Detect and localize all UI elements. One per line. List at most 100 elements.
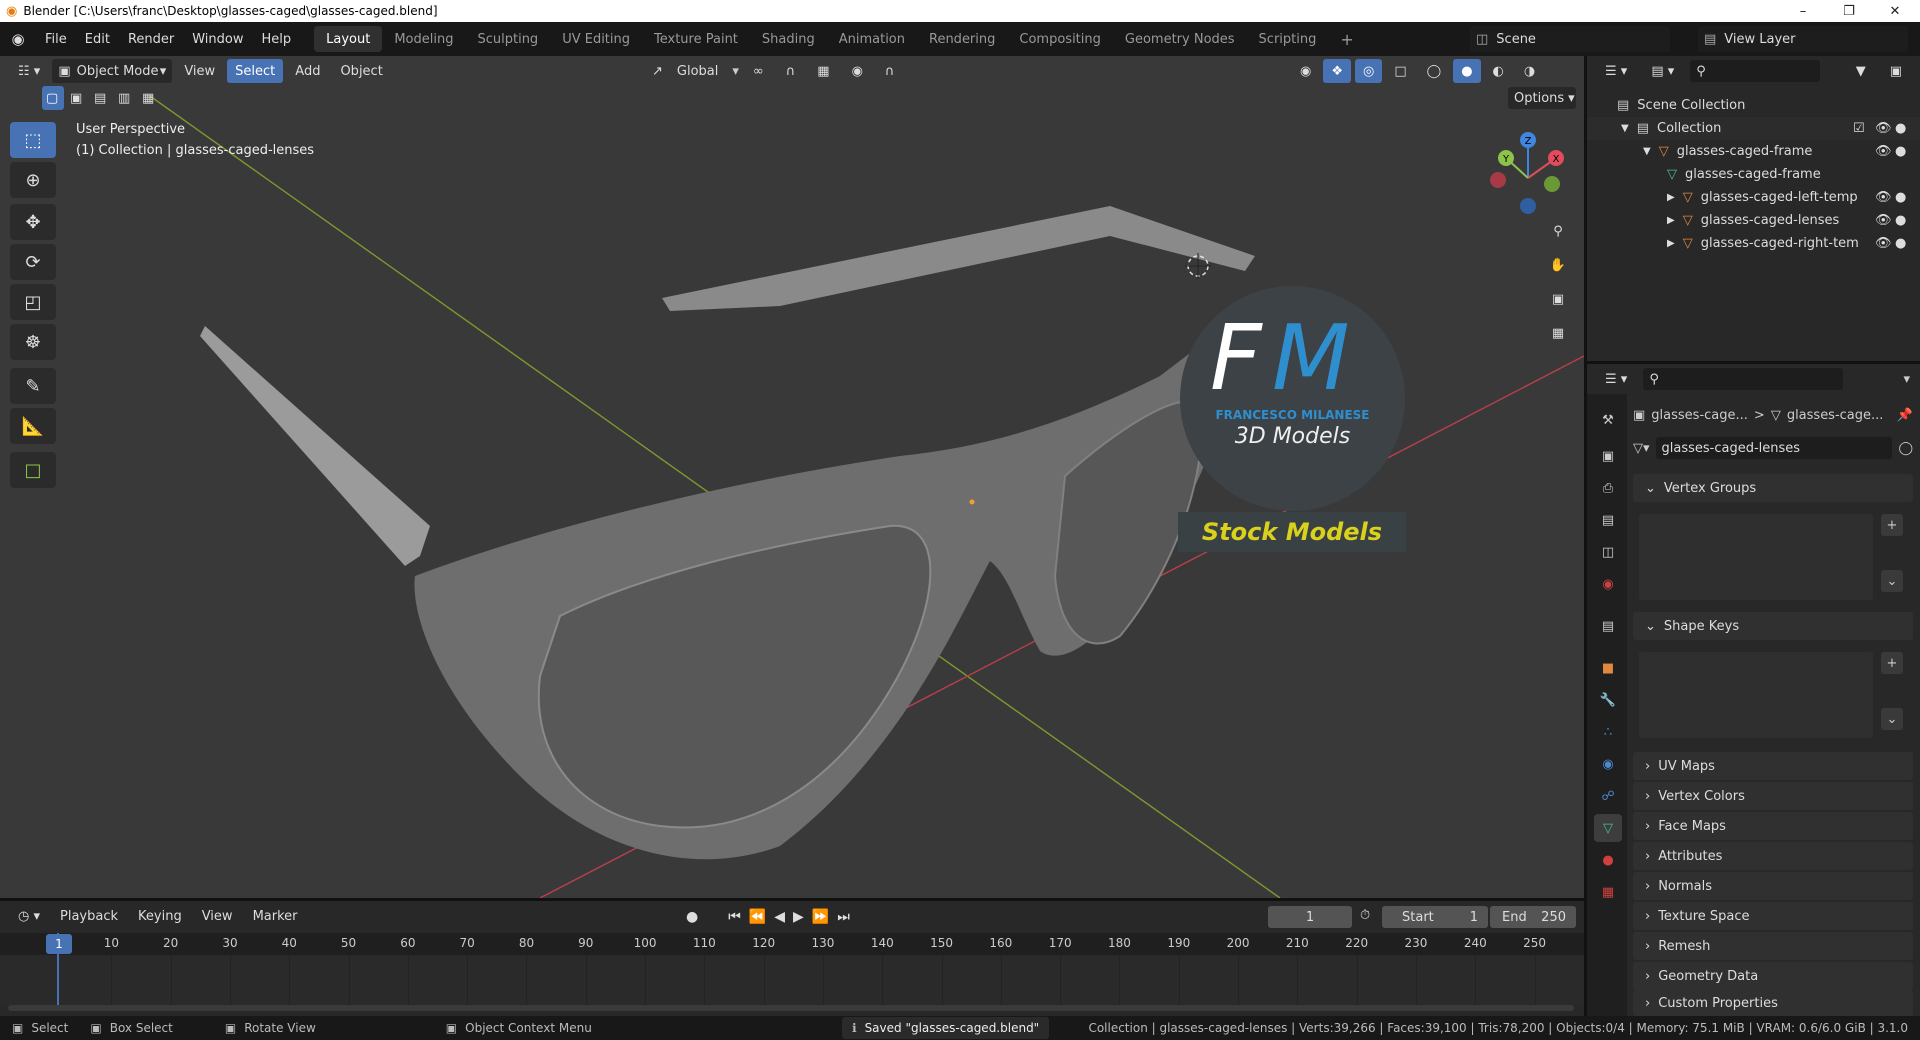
view-layer-tab[interactable]: ▤ <box>1594 506 1622 534</box>
menu-select[interactable]: Select <box>227 59 284 83</box>
panel-header-custom-properties[interactable]: › Custom Properties <box>1633 990 1913 1016</box>
zoom-view-button[interactable]: ⚲ <box>1543 216 1573 246</box>
snap-target-icon[interactable]: ▦ <box>809 59 837 83</box>
vertex-groups-list[interactable] <box>1639 514 1873 600</box>
expand-arrow-icon[interactable]: ▼ <box>1621 123 1629 134</box>
eye-icon[interactable]: 👁 <box>1875 190 1892 205</box>
eye-icon[interactable]: 👁 <box>1875 213 1892 228</box>
select-new-icon[interactable]: ▢ <box>42 86 64 110</box>
record-icon[interactable]: ● <box>686 909 698 925</box>
timeline-editor-type-icon[interactable]: ◷ ▾ <box>10 904 48 928</box>
properties-editor-type-icon[interactable]: ☰ ▾ <box>1597 367 1635 391</box>
view-layer-selector[interactable]: ▤ View Layer <box>1698 26 1908 52</box>
play-reverse-icon[interactable]: ◀ <box>774 909 785 925</box>
panel-header-attributes[interactable]: › Attributes <box>1633 842 1913 870</box>
camera-render-icon[interactable]: ● <box>1895 190 1906 205</box>
tool-tab[interactable]: ⚒ <box>1594 406 1622 434</box>
next-keyframe-icon[interactable]: ⏩ <box>812 909 829 925</box>
camera-render-icon[interactable]: ● <box>1895 213 1906 228</box>
outliner-row-object[interactable]: ▼ ▽ glasses-caged-frame 👁 ● <box>1587 140 1920 163</box>
transform-tool[interactable]: ☸ <box>10 324 56 360</box>
object-tab[interactable]: ■ <box>1594 654 1622 682</box>
scale-tool[interactable]: ◰ <box>10 284 56 320</box>
scene-tab[interactable]: ◫ <box>1594 538 1622 566</box>
panel-header-face-maps[interactable]: › Face Maps <box>1633 812 1913 840</box>
outliner-row-mesh-data[interactable]: ▽ glasses-caged-frame <box>1587 163 1920 186</box>
close-button[interactable]: ✕ <box>1872 0 1918 22</box>
tab-geometry-nodes[interactable]: Geometry Nodes <box>1113 26 1247 52</box>
editor-type-icon[interactable]: ☷ ▾ <box>10 59 48 83</box>
visibility-icon[interactable]: ◉ <box>1292 59 1319 83</box>
tab-modeling[interactable]: Modeling <box>382 26 465 52</box>
select-subtract-icon[interactable]: ▤ <box>90 86 112 110</box>
navigation-gizmo[interactable]: Z X Y <box>1484 128 1570 220</box>
checkbox-icon[interactable]: ☑ <box>1853 121 1865 136</box>
outliner-row-object[interactable]: ▶ ▽ glasses-caged-left-temp 👁 ● <box>1587 186 1920 209</box>
gizmo-toggle-icon[interactable]: ❖ <box>1323 59 1351 83</box>
shape-key-menu-button[interactable]: ⌄ <box>1881 708 1903 730</box>
end-frame-field[interactable]: End 250 <box>1490 906 1576 928</box>
expand-arrow-icon[interactable]: ▶ <box>1667 238 1675 249</box>
panel-header-geometry-data[interactable]: › Geometry Data <box>1633 962 1913 990</box>
transform-orientation-selector[interactable]: Global <box>669 59 726 83</box>
mode-selector[interactable]: ▣ Object Mode ▾ <box>52 59 173 83</box>
modifier-tab[interactable]: 🔧 <box>1594 686 1622 714</box>
select-extend-icon[interactable]: ▣ <box>66 86 88 110</box>
add-vertex-group-button[interactable]: + <box>1881 514 1903 536</box>
measure-tool[interactable]: 📐 <box>10 408 56 444</box>
collection-tab[interactable]: ▤ <box>1594 612 1622 640</box>
tab-texture-paint[interactable]: Texture Paint <box>642 26 750 52</box>
eye-icon[interactable]: 👁 <box>1875 121 1892 136</box>
xray-toggle-icon[interactable]: □ <box>1386 59 1414 83</box>
rotate-tool[interactable]: ⟳ <box>10 244 56 280</box>
menu-object[interactable]: Object <box>332 59 390 83</box>
tab-sculpting[interactable]: Sculpting <box>465 26 550 52</box>
minimize-button[interactable]: – <box>1780 0 1826 22</box>
snap-icon[interactable]: ∩ <box>778 59 804 83</box>
eye-icon[interactable]: 👁 <box>1875 236 1892 251</box>
output-tab[interactable]: ⎙ <box>1594 474 1622 502</box>
menu-render[interactable]: Render <box>119 32 183 47</box>
blender-menu-icon[interactable]: ◉ <box>0 30 36 48</box>
outliner-row-object[interactable]: ▶ ▽ glasses-caged-lenses 👁 ● <box>1587 209 1920 232</box>
chevron-down-icon[interactable]: ▾ <box>1903 372 1910 387</box>
outliner-row-scene-collection[interactable]: ▤ Scene Collection <box>1587 94 1920 117</box>
menu-keying[interactable]: Keying <box>130 904 190 928</box>
start-frame-field[interactable]: Start 1 <box>1382 906 1488 928</box>
mesh-name-field[interactable]: glasses-caged-lenses <box>1655 437 1893 459</box>
expand-arrow-icon[interactable]: ▼ <box>1643 146 1651 157</box>
tab-uv-editing[interactable]: UV Editing <box>550 26 642 52</box>
material-shading-icon[interactable]: ◐ <box>1485 59 1512 83</box>
3d-viewport[interactable]: ☷ ▾ ▣ Object Mode ▾ View Select Add Obje… <box>0 56 1584 898</box>
tab-layout[interactable]: Layout <box>314 26 383 52</box>
outliner-search-input[interactable]: ⚲ <box>1690 60 1821 82</box>
camera-render-icon[interactable]: ● <box>1895 121 1906 136</box>
menu-add[interactable]: Add <box>287 59 328 83</box>
frame-ruler[interactable]: 10 20 30 40 50 60 70 80 90 100 110 120 130 140 150 160 1… <box>0 933 1584 955</box>
menu-view[interactable]: View <box>194 904 241 928</box>
timeline-track-area[interactable] <box>0 955 1584 1005</box>
cursor-tool[interactable]: ⊕ <box>10 162 56 198</box>
menu-window[interactable]: Window <box>183 32 252 47</box>
select-invert-icon[interactable]: ▥ <box>114 86 136 110</box>
pivot-point-icon[interactable]: ∞ <box>745 59 772 83</box>
vertex-groups-panel-header[interactable]: ⌄ Vertex Groups <box>1633 474 1913 502</box>
filter-icon[interactable]: ▼ <box>1848 59 1874 83</box>
camera-render-icon[interactable]: ● <box>1895 144 1906 159</box>
add-shape-key-button[interactable]: + <box>1881 652 1903 674</box>
constraints-tab[interactable]: ☍ <box>1594 782 1622 810</box>
vertex-group-menu-button[interactable]: ⌄ <box>1881 570 1903 592</box>
menu-file[interactable]: File <box>36 32 76 47</box>
particles-tab[interactable]: ∴ <box>1594 718 1622 746</box>
outliner-editor-type-icon[interactable]: ☰ ▾ <box>1597 59 1635 83</box>
jump-end-icon[interactable]: ⏭ <box>837 909 850 925</box>
shape-keys-list[interactable] <box>1639 652 1873 738</box>
ortho-toggle-button[interactable]: ▦ <box>1543 318 1573 348</box>
wireframe-shading-icon[interactable]: ◯ <box>1419 59 1450 83</box>
mesh-data-tab[interactable]: ▽ <box>1594 814 1622 842</box>
stopwatch-icon[interactable]: ⏱ <box>1360 908 1370 923</box>
jump-start-icon[interactable]: ⏮ <box>728 909 741 925</box>
menu-marker[interactable]: Marker <box>245 904 306 928</box>
physics-tab[interactable]: ◉ <box>1594 750 1622 778</box>
timeline-scrollbar[interactable] <box>8 1005 1574 1011</box>
